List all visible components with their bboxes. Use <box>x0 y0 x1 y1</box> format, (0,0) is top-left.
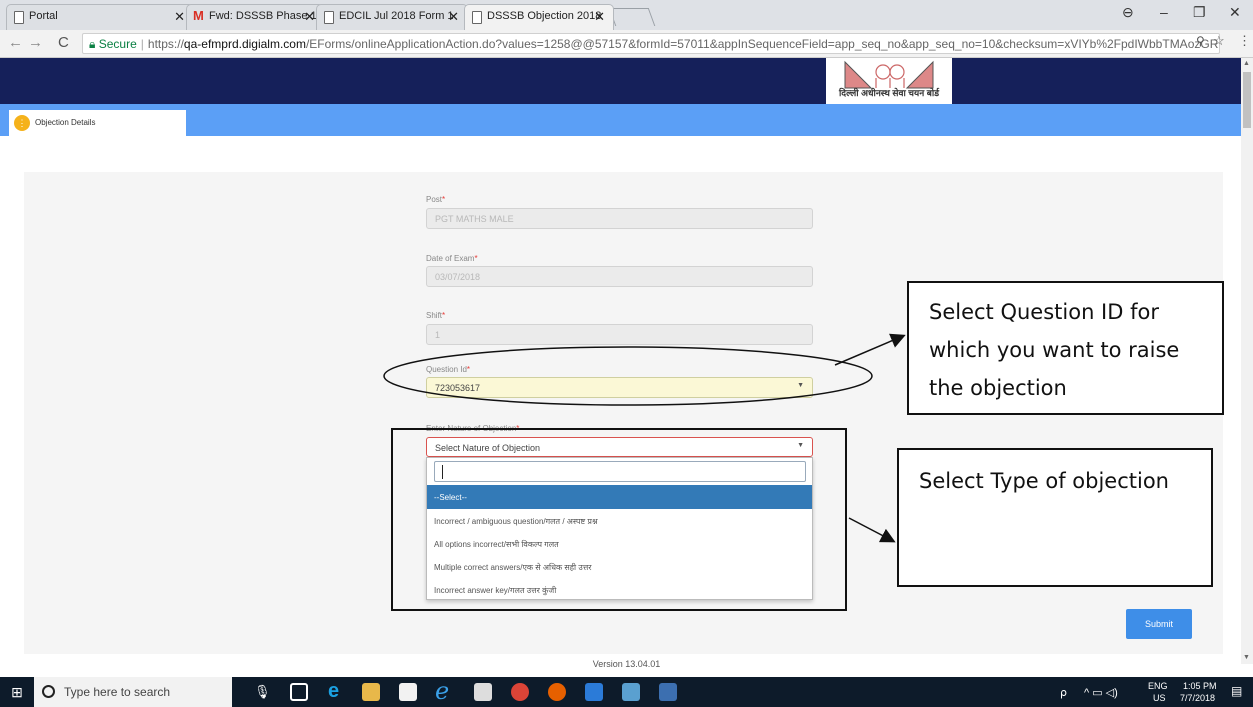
tray-icons[interactable]: ^ ▭ ◁) <box>1084 686 1118 699</box>
system-tray: ⍴ ^ ▭ ◁) ENG US 1:05 PM 7/7/2018 ▤ <box>1060 677 1253 707</box>
scrollbar-thumb[interactable] <box>1243 72 1251 128</box>
bookmark-star-icon[interactable]: ☆ <box>1213 33 1225 49</box>
profile-icon[interactable]: ⊖ <box>1122 4 1134 21</box>
reload-icon[interactable]: C <box>58 34 69 51</box>
outlook-icon[interactable] <box>585 683 603 701</box>
submit-button[interactable]: Submit <box>1126 609 1192 639</box>
clock-time[interactable]: 1:05 PM <box>1183 681 1217 691</box>
file-explorer-icon[interactable] <box>362 683 380 701</box>
edge-icon[interactable]: e <box>328 680 339 703</box>
notification-icon[interactable]: ▤ <box>1231 684 1242 698</box>
logo-text: दिल्ली अधीनस्थ सेवा चयन बोर्ड <box>838 88 940 98</box>
microphone-icon[interactable]: 🎙︎ <box>254 684 271 700</box>
shift-label: Shift* <box>426 311 446 320</box>
chevron-down-icon: ▼ <box>797 382 804 389</box>
people-icon[interactable]: ⍴ <box>1060 686 1067 699</box>
window-close-button[interactable]: ✕ <box>1229 4 1241 21</box>
store-icon[interactable] <box>399 683 417 701</box>
forward-icon[interactable]: → <box>28 34 43 51</box>
section-badge-icon: ⋮ <box>14 115 30 131</box>
tab-dsssb-objection[interactable]: DSSSB Objection 2018 ✕ <box>464 4 614 30</box>
tab-edcil[interactable]: EDCIL Jul 2018 Form 1 ✕ <box>316 4 468 30</box>
form-tab-bar <box>0 104 1241 136</box>
windows-start-icon[interactable]: ⊞ <box>0 677 34 707</box>
zoom-icon[interactable]: ⚲ <box>1196 34 1205 48</box>
close-icon[interactable]: ✕ <box>304 9 315 25</box>
lock-icon: 🔒︎ <box>89 37 96 51</box>
gmail-icon: M <box>193 8 204 23</box>
page-icon <box>472 11 482 24</box>
page-icon <box>14 11 24 24</box>
address-bar[interactable]: 🔒︎ Secure | https://qa-efmprd.digialm.com/… <box>82 33 1220 54</box>
menu-icon[interactable]: ⋮ <box>1238 33 1251 49</box>
tab-portal[interactable]: Portal ✕ <box>6 4 194 30</box>
site-banner <box>0 58 1241 104</box>
close-icon[interactable]: ✕ <box>174 9 185 25</box>
internet-explorer-icon[interactable]: e <box>435 677 449 705</box>
close-icon[interactable]: ✕ <box>448 9 459 25</box>
date-of-exam-field: 03/07/2018 <box>426 266 813 287</box>
date-of-exam-label: Date of Exam* <box>426 254 478 263</box>
app-icon[interactable] <box>622 683 640 701</box>
post-label: Post* <box>426 195 446 204</box>
highlight-rectangle <box>391 428 847 611</box>
page-scrollbar[interactable] <box>1241 58 1253 664</box>
tab-objection-details[interactable]: ⋮ Objection Details <box>9 110 186 136</box>
tab-gmail[interactable]: M Fwd: DSSSB Phase 1 Obj ✕ <box>186 4 324 30</box>
back-icon[interactable]: ← <box>8 34 23 51</box>
app-icon[interactable] <box>659 683 677 701</box>
post-field: PGT MATHS MALE <box>426 208 813 229</box>
clock-date: 7/7/2018 <box>1180 693 1216 703</box>
version-text: Version 13.04.01 <box>592 659 661 669</box>
cortana-icon <box>42 685 55 698</box>
new-tab-button[interactable] <box>608 8 656 26</box>
question-id-select[interactable]: 723053617 ▼ <box>426 377 813 398</box>
callout-objection-type: Select Type of objection <box>897 448 1213 587</box>
firefox-icon[interactable] <box>548 683 566 701</box>
chrome-icon[interactable] <box>511 683 529 701</box>
minimize-button[interactable]: – <box>1160 4 1168 20</box>
callout-question-id: Select Question ID for which you want to… <box>907 281 1224 415</box>
task-view-icon[interactable] <box>290 683 308 701</box>
calculator-icon[interactable] <box>474 683 492 701</box>
scroll-up-icon[interactable]: ▲ <box>1243 60 1250 67</box>
page-icon <box>324 11 334 24</box>
restore-button[interactable]: ❐ <box>1193 4 1206 21</box>
taskbar-search-input[interactable]: Type here to search <box>34 677 232 707</box>
question-id-label: Question Id* <box>426 365 471 374</box>
close-icon[interactable]: ✕ <box>594 9 605 25</box>
shift-field: 1 <box>426 324 813 345</box>
language-label[interactable]: ENG <box>1148 681 1168 691</box>
region-label: US <box>1153 693 1166 703</box>
